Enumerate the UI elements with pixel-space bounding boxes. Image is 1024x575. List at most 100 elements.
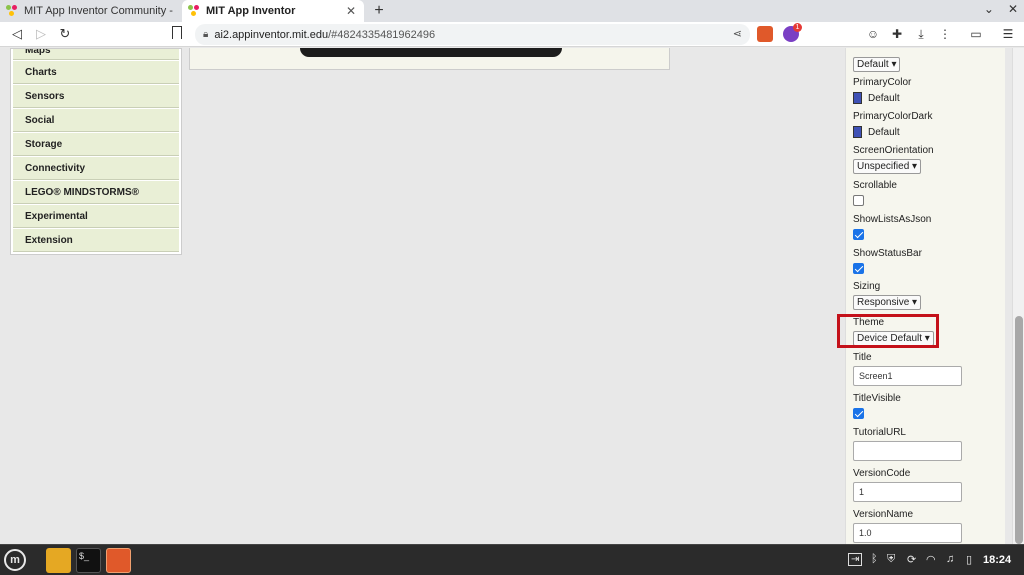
forward-icon[interactable]: ▷ — [32, 25, 50, 43]
extensions-puzzle-icon[interactable]: ✚ — [889, 26, 905, 42]
hamburger-menu-icon[interactable]: ☰ — [1000, 26, 1016, 42]
version-name-input[interactable]: 1.0 — [853, 523, 962, 543]
wifi-icon[interactable]: ◠ — [926, 553, 936, 566]
app-inventor-page: Maps Charts Sensors Social Storage Conne… — [0, 48, 1024, 544]
tab-app-inventor[interactable]: MIT App Inventor ✕ — [182, 0, 364, 22]
show-status-bar-checkbox[interactable] — [853, 263, 864, 274]
share-icon[interactable]: ⋖ — [733, 27, 742, 40]
brave-rewards-icon[interactable]: 1 — [783, 23, 802, 42]
browser-tab-strip: MIT App Inventor Community - The MIT App… — [0, 0, 1024, 22]
prop-show-lists-as-json: ShowListsAsJson — [853, 214, 931, 240]
show-lists-as-json-checkbox[interactable] — [853, 229, 864, 240]
property-label: ScreenOrientation — [853, 145, 934, 156]
prop-sizing: Sizing Responsive ▾ — [853, 281, 922, 310]
palette-category[interactable]: Experimental — [13, 205, 179, 228]
reload-icon[interactable]: ↻ — [56, 25, 74, 43]
property-label: VersionName — [853, 509, 914, 520]
component-palette: Maps Charts Sensors Social Storage Conne… — [10, 48, 182, 255]
tab-community[interactable]: MIT App Inventor Community - The — [0, 0, 180, 22]
property-label: TitleVisible — [853, 393, 901, 404]
lock-icon: 🔒︎ — [203, 29, 209, 40]
terminal-app-icon[interactable]: $_ — [76, 548, 101, 573]
palette-category[interactable]: Sensors — [13, 85, 179, 108]
prop-top-select: Default ▾ — [853, 54, 901, 72]
property-label: ShowListsAsJson — [853, 214, 932, 225]
linux-mint-menu-icon[interactable]: m — [4, 549, 26, 571]
bluetooth-icon[interactable]: ᛒ — [871, 553, 878, 565]
close-window-icon[interactable]: ✕ — [1008, 2, 1018, 16]
music-note-icon[interactable]: ♫ — [946, 553, 954, 565]
palette-category[interactable]: Charts — [13, 61, 179, 84]
sync-icon[interactable]: ⟳ — [907, 553, 916, 566]
prop-screen-orientation: ScreenOrientation Unspecified ▾ — [853, 145, 934, 174]
download-icon[interactable]: ⤓ — [913, 26, 929, 42]
window-controls: ⌄ ✕ — [984, 2, 1018, 16]
property-label: TutorialURL — [853, 427, 906, 438]
property-label: ShowStatusBar — [853, 248, 922, 259]
scrollable-checkbox[interactable] — [853, 195, 864, 206]
theme-highlight-annotation — [837, 314, 939, 348]
color-swatch — [853, 92, 862, 104]
viewer-panel — [189, 48, 670, 70]
prop-version-code: VersionCode 1 — [853, 468, 962, 502]
prop-version-name: VersionName 1.0 — [853, 509, 962, 543]
property-label: Title — [853, 352, 872, 363]
property-label: PrimaryColor — [853, 77, 912, 88]
phone-preview-frame — [300, 48, 562, 57]
page-scrollbar[interactable] — [1012, 48, 1024, 544]
top-property-select[interactable]: Default ▾ — [853, 57, 901, 72]
palette-category[interactable]: Storage — [13, 133, 179, 156]
menu-dots-icon[interactable]: ⋮ — [937, 26, 953, 42]
properties-panel: Default ▾ PrimaryColor Default PrimaryCo… — [845, 48, 1005, 544]
property-label: PrimaryColorDark — [853, 111, 933, 122]
primary-color-dark-picker[interactable]: Default — [853, 126, 932, 138]
scrollbar-thumb[interactable] — [1015, 316, 1023, 544]
prop-show-status-bar: ShowStatusBar — [853, 248, 922, 274]
wallet-icon[interactable]: ▭ — [968, 26, 984, 42]
screen-orientation-select[interactable]: Unspecified ▾ — [853, 159, 922, 174]
prop-primary-color: PrimaryColor Default — [853, 77, 911, 104]
primary-color-picker[interactable]: Default — [853, 92, 911, 104]
tab-title: MIT App Inventor — [206, 5, 296, 17]
title-visible-checkbox[interactable] — [853, 408, 864, 419]
brave-shields-icon[interactable] — [757, 26, 773, 42]
screen-capture-icon[interactable]: ⇥ — [848, 553, 863, 566]
url-path: /#4824335481962496 — [328, 28, 436, 41]
sizing-select[interactable]: Responsive ▾ — [853, 295, 922, 310]
battery-icon[interactable]: ▯ — [966, 553, 972, 566]
palette-category[interactable]: Connectivity — [13, 157, 179, 180]
prop-title-visible: TitleVisible — [853, 393, 901, 419]
app-inventor-favicon-icon — [6, 5, 18, 17]
app-inventor-favicon-icon — [188, 5, 200, 17]
browser-toolbar: ◁ ▷ ↻ 🔒︎ ai2.appinventor.mit.edu /#48243… — [0, 22, 1024, 47]
color-swatch — [853, 126, 862, 138]
palette-category[interactable]: Extension — [13, 229, 179, 252]
brave-app-icon[interactable] — [106, 548, 131, 573]
files-app-icon[interactable] — [46, 548, 71, 573]
minimize-icon[interactable]: ⌄ — [984, 2, 994, 16]
extension-face-icon[interactable]: ☺ — [865, 26, 881, 42]
tutorial-url-input[interactable] — [853, 441, 962, 461]
prop-title: Title Screen1 — [853, 352, 962, 386]
bookmark-icon[interactable] — [172, 26, 182, 39]
new-tab-button[interactable]: + — [370, 1, 388, 21]
prop-tutorial-url: TutorialURL — [853, 427, 962, 461]
palette-category[interactable]: Maps — [13, 49, 179, 60]
version-code-input[interactable]: 1 — [853, 482, 962, 502]
back-icon[interactable]: ◁ — [8, 25, 26, 43]
tab-close-icon[interactable]: ✕ — [344, 4, 358, 18]
clock[interactable]: 18:24 — [983, 554, 1011, 566]
os-taskbar: m $_ ⇥ ᛒ ⛨ ⟳ ◠ ♫ ▯ 18:24 — [0, 544, 1024, 575]
shield-icon[interactable]: ⛨ — [887, 553, 895, 566]
address-bar[interactable]: 🔒︎ ai2.appinventor.mit.edu /#48243354819… — [195, 24, 750, 45]
palette-category[interactable]: Social — [13, 109, 179, 132]
notification-badge: 1 — [793, 23, 802, 32]
property-label: Scrollable — [853, 180, 897, 191]
prop-scrollable: Scrollable — [853, 180, 897, 206]
tab-title: MIT App Inventor Community - The — [24, 5, 174, 17]
title-input[interactable]: Screen1 — [853, 366, 962, 386]
property-label: VersionCode — [853, 468, 911, 479]
prop-primary-color-dark: PrimaryColorDark Default — [853, 111, 932, 138]
palette-category[interactable]: LEGO® MINDSTORMS® — [13, 181, 179, 204]
property-label: Sizing — [853, 281, 881, 292]
